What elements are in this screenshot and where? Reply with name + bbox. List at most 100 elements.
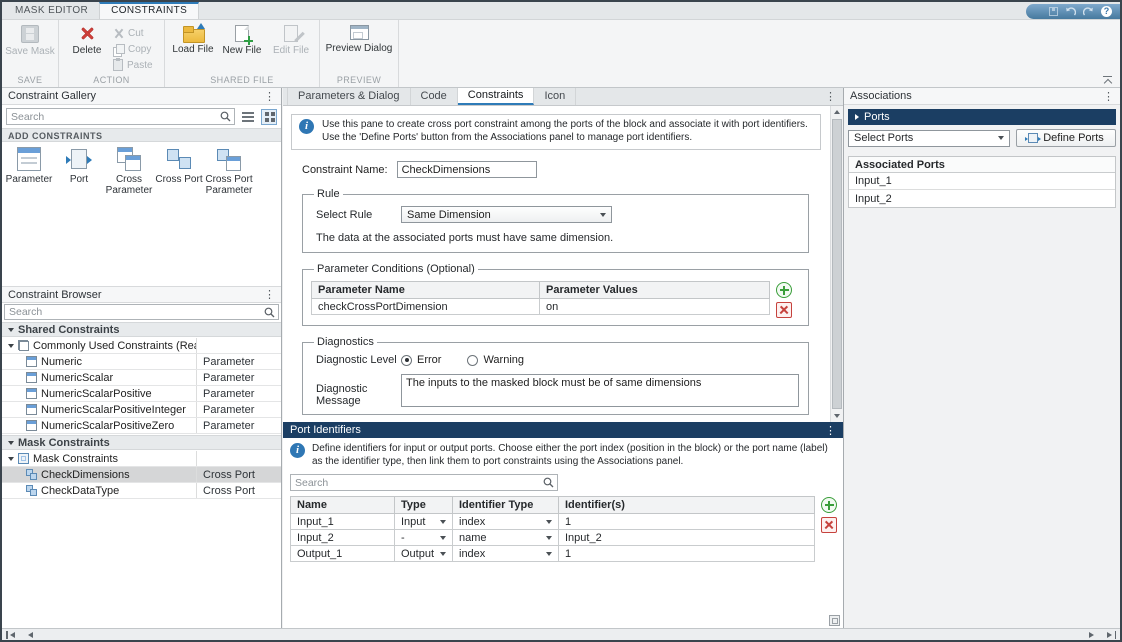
info-icon: i	[290, 443, 305, 458]
chevron-down-icon	[440, 536, 446, 540]
grid-view-icon[interactable]	[261, 109, 277, 125]
list-view-icon[interactable]	[240, 109, 256, 125]
redo-icon[interactable]	[1083, 7, 1094, 17]
save-mask-button[interactable]: Save Mask	[7, 21, 53, 57]
tree-group-row[interactable]: Commonly Used Constraints (Read-Only)	[2, 338, 281, 354]
constraint-row[interactable]: NumericScalar Parameter	[2, 370, 281, 386]
tab-icon[interactable]: Icon	[534, 88, 576, 105]
copy-button[interactable]: Copy	[113, 42, 159, 56]
constraint-row-checkdatatype[interactable]: CheckDataType Cross Port	[2, 483, 281, 499]
port-identifiers-menu-icon[interactable]	[825, 424, 836, 437]
associated-port-row[interactable]: Input_2	[849, 190, 1115, 207]
quick-save-icon[interactable]	[1049, 7, 1058, 16]
tab-mask-editor[interactable]: MASK EDITOR	[4, 2, 99, 19]
gallery-item-parameter[interactable]: Parameter	[4, 144, 54, 210]
tab-constraints[interactable]: CONSTRAINTS	[99, 2, 199, 19]
new-file-button[interactable]: New File	[219, 21, 265, 56]
port-identifiers-title: Port Identifiers	[290, 424, 825, 436]
constraint-row[interactable]: NumericScalarPositiveInteger Parameter	[2, 402, 281, 418]
select-rule-dropdown[interactable]: Same Dimension	[401, 206, 612, 223]
type-combo[interactable]: -	[401, 532, 446, 544]
help-icon[interactable]: ?	[1101, 6, 1112, 17]
radio-warning[interactable]: Warning	[467, 354, 524, 366]
ribbon-group-save: Save Mask SAVE	[2, 20, 59, 87]
shared-constraints-section[interactable]: Shared Constraints	[2, 322, 281, 337]
port-identifiers-body: Name Type Identifier Type Identifier(s) …	[290, 496, 843, 562]
scroll-to-end-icon[interactable]	[1107, 631, 1116, 639]
collapse-caret-icon	[8, 457, 14, 461]
port-identifiers-search-input[interactable]	[291, 475, 543, 490]
gallery-search-input[interactable]	[7, 109, 220, 124]
cross-port-constraint-icon	[167, 147, 191, 171]
identifier-type-combo[interactable]: index	[459, 516, 552, 528]
associated-port-row[interactable]: Input_1	[849, 173, 1115, 190]
tree-group-row[interactable]: Mask Constraints	[2, 451, 281, 467]
scroll-right-icon[interactable]	[1089, 631, 1098, 639]
edit-file-button[interactable]: Edit File	[268, 21, 314, 56]
parameter-condition-row[interactable]: checkCrossPortDimension on	[312, 299, 770, 315]
gallery-item-port[interactable]: Port	[54, 144, 104, 210]
associations-menu-icon[interactable]	[1103, 90, 1114, 103]
tab-code[interactable]: Code	[411, 88, 458, 105]
gallery-menu-icon[interactable]	[264, 90, 275, 103]
define-ports-button[interactable]: Define Ports	[1016, 129, 1116, 147]
add-port-identifier-button[interactable]	[821, 497, 837, 513]
type-combo[interactable]: Output	[401, 548, 446, 560]
constraint-gallery-panel: Constraint Gallery ADD CONSTRAINTS Param…	[2, 88, 282, 628]
scrollbar-thumb[interactable]	[832, 119, 842, 409]
scroll-down-icon[interactable]	[831, 410, 843, 422]
load-file-button[interactable]: Load File	[170, 21, 216, 55]
port-identifier-row[interactable]: Input_2 - name Input_2	[291, 530, 815, 546]
browser-menu-icon[interactable]	[264, 288, 275, 301]
vertical-scrollbar[interactable]	[830, 106, 843, 422]
tab-constraints[interactable]: Constraints	[458, 88, 535, 105]
radio-button-icon[interactable]	[467, 355, 478, 366]
radio-error[interactable]: Error	[401, 354, 441, 366]
delete-button[interactable]: Delete	[64, 21, 110, 56]
undo-icon[interactable]	[1065, 7, 1076, 17]
col-parameter-name: Parameter Name	[312, 282, 540, 299]
scroll-up-icon[interactable]	[831, 106, 843, 118]
port-identifier-row[interactable]: Output_1 Output index 1	[291, 546, 815, 562]
tab-parameters-dialog[interactable]: Parameters & Dialog	[287, 88, 411, 105]
radio-button-icon[interactable]	[401, 355, 412, 366]
select-ports-dropdown[interactable]: Select Ports	[848, 130, 1010, 147]
gallery-item-cross-parameter[interactable]: Cross Parameter	[104, 144, 154, 210]
delete-condition-button[interactable]	[776, 302, 792, 318]
quick-access-toolbar: ?	[1026, 4, 1120, 19]
browser-search-input[interactable]	[5, 305, 264, 319]
chevron-down-icon	[440, 552, 446, 556]
identifier-type-combo[interactable]: index	[459, 548, 552, 560]
delete-port-identifier-button[interactable]	[821, 517, 837, 533]
diagnostics-group: Diagnostics Diagnostic Level Error Warni…	[302, 336, 809, 415]
collapse-caret-icon	[8, 328, 14, 332]
ribbon-body: Save Mask SAVE Delete Cut	[2, 20, 399, 87]
ports-section-bar[interactable]: Ports	[848, 109, 1116, 125]
port-identifiers-search-box	[290, 474, 558, 491]
port-identifier-row[interactable]: Input_1 Input index 1	[291, 514, 815, 530]
parameter-constraint-icon	[26, 404, 37, 415]
gallery-item-cross-port[interactable]: Cross Port	[154, 144, 204, 210]
scroll-left-icon[interactable]	[24, 631, 33, 639]
constraint-name-input[interactable]	[397, 161, 537, 178]
scroll-to-start-icon[interactable]	[6, 631, 15, 639]
cut-button[interactable]: Cut	[113, 26, 159, 40]
identifier-type-combo[interactable]: name	[459, 532, 552, 544]
constraint-row-checkdimensions[interactable]: CheckDimensions Cross Port	[2, 467, 281, 483]
constraint-row[interactable]: NumericScalarPositiveZero Parameter	[2, 418, 281, 434]
mask-constraints-section[interactable]: Mask Constraints	[2, 435, 281, 450]
type-combo[interactable]: Input	[401, 516, 446, 528]
diagnostic-message-input[interactable]: The inputs to the masked block must be o…	[401, 374, 799, 407]
gallery-item-cross-port-parameter[interactable]: Cross Port Parameter	[204, 144, 254, 210]
add-condition-button[interactable]	[776, 282, 792, 298]
paste-button[interactable]: Paste	[113, 58, 159, 72]
constraints-pane: i Use this pane to create cross port con…	[283, 106, 843, 422]
editor-tabs-menu-icon[interactable]	[825, 90, 836, 103]
ribbon-group-shared-file: Load File New File Edit File SHARED FILE	[165, 20, 320, 87]
constraint-row[interactable]: NumericScalarPositive Parameter	[2, 386, 281, 402]
cut-icon	[113, 28, 124, 39]
preview-dialog-button[interactable]: Preview Dialog	[325, 21, 393, 54]
scroll-corner-icon[interactable]	[829, 615, 840, 626]
constraint-row[interactable]: Numeric Parameter	[2, 354, 281, 370]
collapse-ribbon-icon[interactable]	[1102, 76, 1113, 85]
